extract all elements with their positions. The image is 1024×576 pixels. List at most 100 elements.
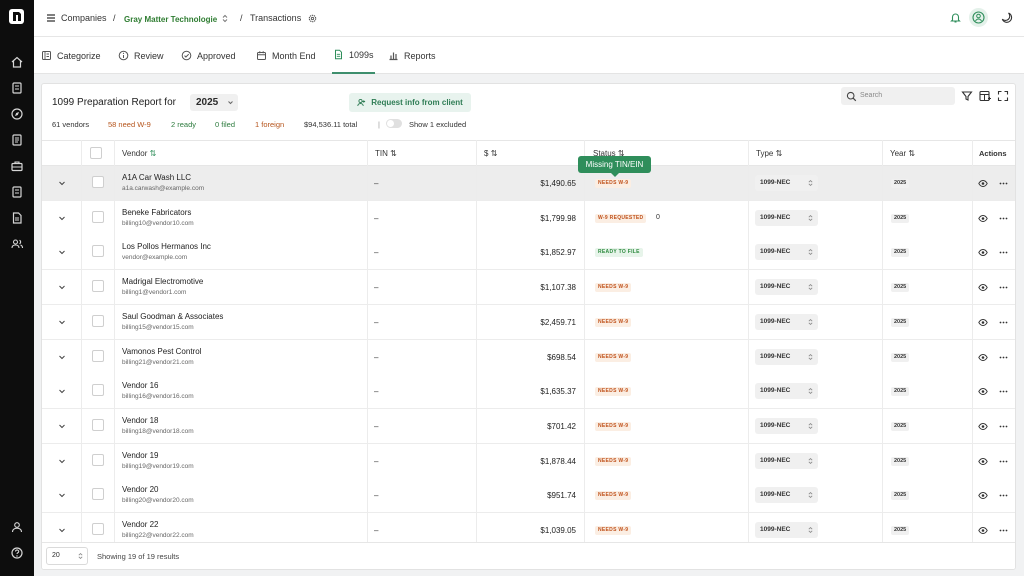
row-checkbox[interactable] <box>92 488 104 501</box>
status-badge[interactable]: NEEDS W-9 <box>595 317 632 327</box>
vendor-name[interactable]: Beneke Fabricators <box>122 208 191 218</box>
users-icon[interactable] <box>10 237 24 251</box>
type-select[interactable]: 1099-NEC <box>755 348 818 365</box>
type-select[interactable]: 1099-NEC <box>755 487 818 504</box>
tab-month-end[interactable]: Month End <box>256 37 316 74</box>
avatar[interactable] <box>969 8 988 27</box>
row-checkbox[interactable] <box>92 523 104 535</box>
type-select[interactable]: 1099-NEC <box>755 279 818 296</box>
type-select[interactable]: 1099-NEC <box>755 175 818 191</box>
eye-icon[interactable] <box>978 526 988 535</box>
foreign-count[interactable]: 1 foreign <box>255 120 284 129</box>
vendor-name[interactable]: Los Pollos Hermanos Inc <box>122 242 211 252</box>
filed-count[interactable]: 0 filed <box>215 120 235 129</box>
table-row[interactable]: Beneke Fabricators billing10@vendor10.com… <box>42 200 1015 236</box>
status-badge[interactable]: NEEDS W-9 <box>595 526 632 535</box>
eye-icon[interactable] <box>978 318 988 327</box>
chevron-down-icon[interactable] <box>58 249 66 256</box>
tab-review[interactable]: Review <box>118 37 164 74</box>
need-w9-count[interactable]: 58 need W-9 <box>108 120 151 129</box>
table-row[interactable]: Vendor 19 billing19@vendor19.com – $1,878.4… <box>42 443 1015 479</box>
briefcase-icon[interactable] <box>10 159 24 173</box>
status-badge[interactable]: NEEDS W-9 <box>595 179 632 188</box>
chevron-down-icon[interactable] <box>58 527 66 534</box>
type-header[interactable]: Type ⇅ <box>756 149 782 159</box>
table-row[interactable]: Los Pollos Hermanos Inc vendor@example.co… <box>42 235 1015 271</box>
row-checkbox[interactable] <box>92 280 104 293</box>
chevron-down-icon[interactable] <box>58 492 66 499</box>
more-icon[interactable] <box>999 179 1008 188</box>
status-badge[interactable]: NEEDS W-9 <box>595 283 632 293</box>
more-icon[interactable] <box>999 318 1008 327</box>
more-icon[interactable] <box>999 387 1008 396</box>
row-checkbox[interactable] <box>92 210 104 223</box>
table-row[interactable]: Vamonos Pest Control billing21@vendor21.c… <box>42 339 1015 375</box>
chevron-down-icon[interactable] <box>58 458 66 465</box>
status-badge[interactable]: NEEDS W-9 <box>595 352 632 362</box>
document-icon[interactable] <box>10 133 24 147</box>
file-icon[interactable] <box>10 211 24 225</box>
vendor-name[interactable]: Vamonos Pest Control <box>122 347 201 357</box>
tin-header[interactable]: TIN ⇅ <box>375 149 397 159</box>
more-icon[interactable] <box>999 491 1008 500</box>
more-icon[interactable] <box>999 214 1008 223</box>
vendor-name[interactable]: Vendor 18 <box>122 416 158 426</box>
status-badge[interactable]: NEEDS W-9 <box>595 421 632 431</box>
status-badge[interactable]: NEEDS W-9 <box>595 387 632 397</box>
eye-icon[interactable] <box>978 248 988 257</box>
more-icon[interactable] <box>999 422 1008 431</box>
ready-count[interactable]: 2 ready <box>171 120 196 129</box>
more-icon[interactable] <box>999 526 1008 535</box>
tab-1099s[interactable]: 1099s <box>332 37 375 74</box>
select-all-checkbox[interactable] <box>90 147 102 159</box>
eye-icon[interactable] <box>978 387 988 396</box>
vendor-name[interactable]: Saul Goodman & Associates <box>122 312 223 322</box>
table-row[interactable]: A1A Car Wash LLC a1a.carwash@example.com –… <box>42 166 1015 201</box>
vendor-name[interactable]: A1A Car Wash LLC <box>122 173 191 183</box>
logo-mark[interactable] <box>9 9 24 24</box>
vendor-name[interactable]: Madrigal Electromotive <box>122 277 203 287</box>
menu-icon[interactable] <box>46 13 56 23</box>
table-row[interactable]: Vendor 20 billing20@vendor20.com – $951.74 N… <box>42 478 1015 514</box>
vendor-name[interactable]: Vendor 20 <box>122 485 158 495</box>
more-icon[interactable] <box>999 353 1008 362</box>
tab-approved[interactable]: Approved <box>181 37 236 74</box>
row-checkbox[interactable] <box>92 384 104 397</box>
breadcrumb-company[interactable]: Gray Matter Technologie <box>124 14 217 25</box>
chevron-down-icon[interactable] <box>58 180 66 187</box>
status-badge[interactable]: NEEDS W-9 <box>595 491 632 501</box>
columns-icon[interactable] <box>979 90 991 102</box>
type-select[interactable]: 1099-NEC <box>755 522 818 538</box>
chevron-down-icon[interactable] <box>58 423 66 430</box>
compass-icon[interactable] <box>10 107 24 121</box>
year-header[interactable]: Year ⇅ <box>890 149 915 159</box>
row-checkbox[interactable] <box>92 453 104 466</box>
type-select[interactable]: 1099-NEC <box>755 209 818 226</box>
row-checkbox[interactable] <box>92 245 104 258</box>
search-input[interactable]: Search <box>841 87 955 105</box>
tab-categorize[interactable]: Categorize <box>41 37 101 74</box>
eye-icon[interactable] <box>978 353 988 362</box>
vendor-name[interactable]: Vendor 16 <box>122 381 158 391</box>
row-checkbox[interactable] <box>92 314 104 327</box>
gear-icon[interactable] <box>308 14 317 23</box>
user-icon[interactable] <box>10 520 24 534</box>
more-icon[interactable] <box>999 457 1008 466</box>
year-select[interactable]: 2025 <box>190 94 238 111</box>
moon-icon[interactable] <box>1000 11 1013 24</box>
table-row[interactable]: Madrigal Electromotive billing1@vendor1.c… <box>42 270 1015 306</box>
more-icon[interactable] <box>999 283 1008 292</box>
ledger-icon[interactable] <box>10 185 24 199</box>
vendor-name[interactable]: Vendor 22 <box>122 520 158 530</box>
eye-icon[interactable] <box>978 179 988 188</box>
chevron-down-icon[interactable] <box>58 215 66 222</box>
type-select[interactable]: 1099-NEC <box>755 452 818 469</box>
show-excluded-toggle[interactable] <box>386 119 402 128</box>
type-select[interactable]: 1099-NEC <box>755 417 818 434</box>
eye-icon[interactable] <box>978 283 988 292</box>
eye-icon[interactable] <box>978 214 988 223</box>
receipt-icon[interactable] <box>10 81 24 95</box>
breadcrumb-companies[interactable]: Companies <box>61 13 107 24</box>
status-badge[interactable]: NEEDS W-9 <box>595 456 632 466</box>
status-badge[interactable]: READY TO FILE <box>595 248 643 258</box>
